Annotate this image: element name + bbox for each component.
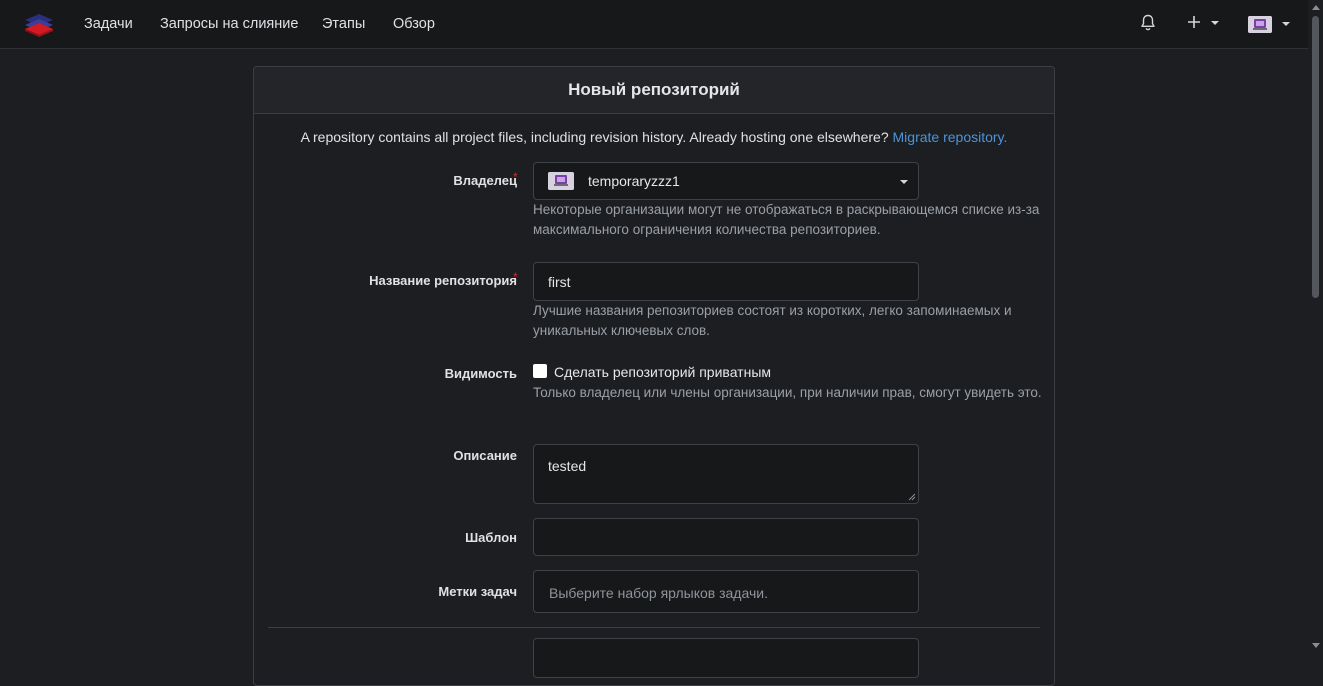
user-menu[interactable] bbox=[1248, 16, 1290, 36]
chevron-down-icon bbox=[1210, 21, 1219, 25]
nav-issues[interactable]: Задачи bbox=[84, 16, 133, 32]
create-menu[interactable] bbox=[1187, 15, 1219, 32]
repo-name-help: Лучшие названия репозиториев состоят из … bbox=[533, 303, 1012, 338]
page-scrollbar[interactable] bbox=[1308, 0, 1323, 654]
required-mark: * bbox=[513, 170, 518, 184]
logo[interactable] bbox=[23, 12, 55, 38]
issue-labels-placeholder: Выберите набор ярлыков задачи. bbox=[549, 585, 768, 601]
description-value: tested bbox=[548, 458, 587, 474]
owner-avatar bbox=[548, 172, 574, 190]
owner-dropdown[interactable]: temporaryzzz1 bbox=[533, 162, 919, 200]
nav-milestones[interactable]: Этапы bbox=[322, 16, 365, 32]
template-dropdown[interactable] bbox=[533, 518, 919, 556]
owner-value: temporaryzzz1 bbox=[588, 173, 680, 189]
nav-explore[interactable]: Обзор bbox=[393, 16, 435, 32]
description-label: Описание bbox=[453, 448, 517, 463]
scroll-down-icon[interactable] bbox=[1312, 643, 1320, 648]
owner-label: Владелец bbox=[453, 173, 517, 188]
next-field[interactable] bbox=[533, 638, 919, 678]
chevron-down-icon bbox=[1281, 22, 1290, 26]
issue-labels-label: Метки задач bbox=[438, 584, 517, 599]
bell-icon[interactable] bbox=[1140, 14, 1156, 35]
section-divider bbox=[268, 627, 1040, 628]
template-label: Шаблон bbox=[465, 530, 517, 545]
intro-text: A repository contains all project files,… bbox=[254, 129, 1054, 145]
resize-handle-icon[interactable] bbox=[908, 493, 916, 501]
top-navbar: Задачи Запросы на слияние Этапы Обзор bbox=[0, 0, 1308, 49]
migrate-repository-link[interactable]: Migrate repository. bbox=[893, 129, 1008, 145]
private-checkbox-label[interactable]: Сделать репозиторий приватным bbox=[554, 364, 771, 380]
description-textarea[interactable]: tested bbox=[533, 444, 919, 504]
issue-labels-dropdown[interactable]: Выберите набор ярлыков задачи. bbox=[533, 570, 919, 613]
avatar bbox=[1248, 16, 1272, 33]
repo-name-input[interactable]: first bbox=[533, 262, 919, 301]
repo-name-value: first bbox=[548, 274, 571, 290]
scroll-thumb[interactable] bbox=[1312, 16, 1319, 298]
owner-help: Некоторые организации могут не отображат… bbox=[533, 202, 1040, 237]
chevron-down-icon bbox=[900, 180, 908, 184]
plus-icon bbox=[1188, 16, 1200, 28]
visibility-label: Видимость bbox=[444, 366, 517, 381]
scroll-up-icon[interactable] bbox=[1312, 5, 1320, 10]
new-repo-panel: Новый репозиторий A repository contains … bbox=[253, 66, 1055, 686]
page-title: Новый репозиторий bbox=[254, 67, 1054, 114]
required-mark: * bbox=[513, 270, 518, 284]
intro-text-body: A repository contains all project files,… bbox=[300, 129, 889, 145]
private-checkbox[interactable] bbox=[533, 364, 547, 378]
visibility-help: Только владелец или члены организации, п… bbox=[533, 385, 1042, 400]
nav-pull-requests[interactable]: Запросы на слияние bbox=[160, 16, 298, 32]
repo-name-label: Название репозитория bbox=[369, 273, 517, 288]
